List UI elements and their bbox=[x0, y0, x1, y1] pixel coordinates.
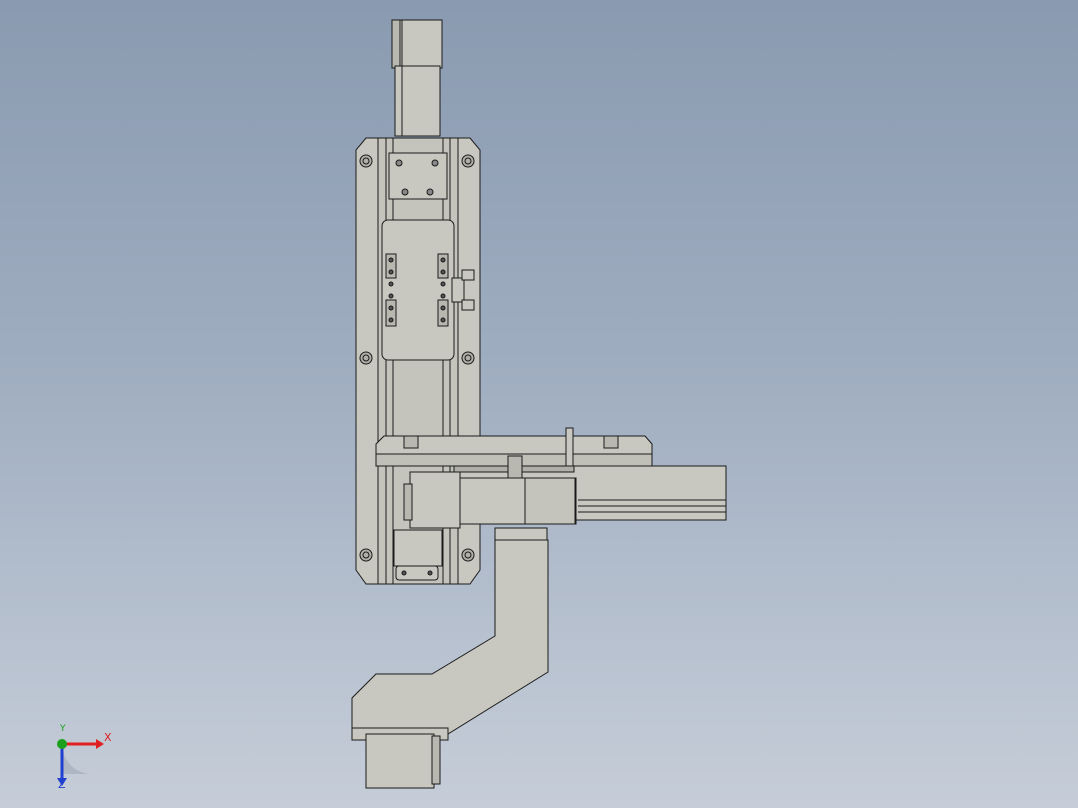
lower-bracket[interactable] bbox=[393, 529, 443, 581]
horizontal-motor[interactable] bbox=[403, 471, 461, 529]
cad-viewport[interactable]: X Y Z bbox=[0, 0, 1078, 808]
robot-assembly-model[interactable] bbox=[0, 0, 1078, 808]
axis-y-label: Y bbox=[60, 724, 66, 734]
axis-z-label: Z bbox=[58, 778, 66, 791]
coordinate-triad: X Y Z bbox=[46, 724, 126, 796]
axis-x-label: X bbox=[104, 731, 112, 744]
end-effector[interactable] bbox=[351, 727, 449, 789]
carriage-plate[interactable] bbox=[381, 219, 455, 361]
sensor-pin[interactable] bbox=[565, 427, 574, 467]
top-motor[interactable] bbox=[391, 19, 443, 137]
top-bracket[interactable] bbox=[388, 152, 448, 200]
